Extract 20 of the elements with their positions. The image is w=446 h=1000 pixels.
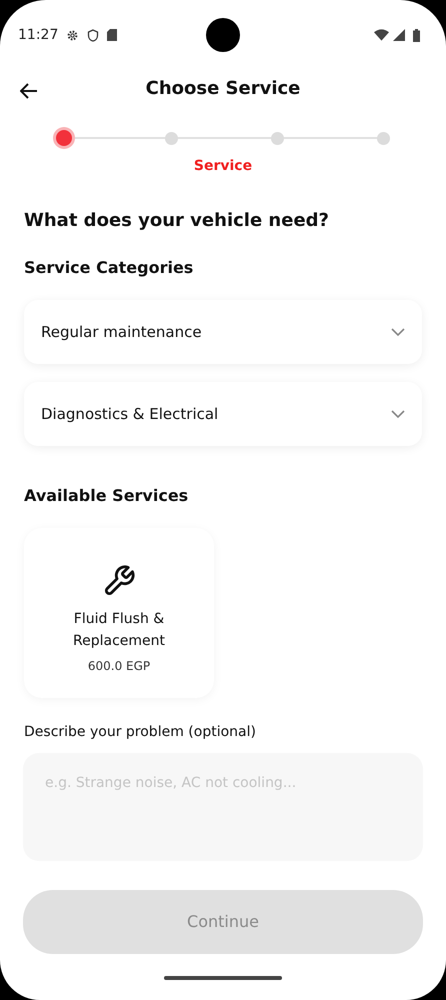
settings-icon	[66, 28, 80, 42]
clock: 11:27	[18, 26, 58, 44]
wrench-icon	[102, 564, 136, 598]
category-dropdown[interactable]: Regular maintenance	[24, 300, 422, 364]
section-heading: Available Services	[24, 485, 190, 507]
page-title: Choose Service	[146, 76, 300, 100]
field-label: Describe your problem (optional)	[24, 723, 257, 742]
service-price: 600.0 EGP	[88, 658, 150, 675]
shield-icon	[87, 28, 100, 42]
service-name: Fluid Flush & Replacement	[72, 610, 166, 652]
signal-icon	[393, 29, 405, 41]
service-card[interactable]: Fluid Flush & Replacement 600.0 EGP	[24, 528, 214, 698]
step-label: Service	[192, 157, 254, 176]
sd-card-icon	[107, 29, 118, 41]
camera-cutout	[206, 18, 240, 52]
section-heading: Service Categories	[24, 257, 194, 279]
category-dropdown[interactable]: Diagnostics & Electrical	[24, 382, 422, 446]
wifi-icon	[374, 29, 389, 41]
question-heading: What does your vehicle need?	[24, 209, 330, 233]
battery-icon	[413, 28, 420, 42]
